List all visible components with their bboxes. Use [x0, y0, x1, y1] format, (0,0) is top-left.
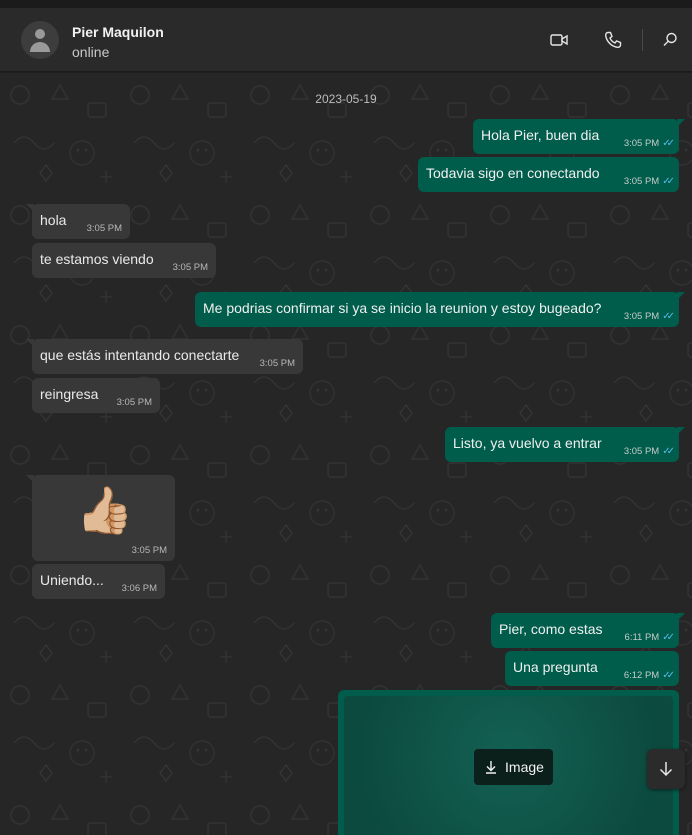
message-text: Pier, como estas: [499, 621, 603, 637]
read-ticks-icon: ✓✓: [662, 311, 675, 322]
arrow-down-icon: [659, 762, 673, 777]
download-icon: [486, 761, 497, 774]
message-time: 3:05 PM: [86, 223, 122, 234]
chat-header: Pier Maquilon online: [0, 8, 692, 72]
image-download-button[interactable]: Image: [474, 749, 553, 785]
message-text: Todavia sigo en conectando: [426, 165, 600, 181]
avatar-head: [35, 29, 45, 39]
bubble-tail: [677, 427, 685, 435]
thumbs-up-emoji: 👍🏼: [76, 484, 134, 536]
search-icon[interactable]: [659, 29, 681, 51]
bubble-tail: [677, 119, 685, 127]
message-time: 3:05 PM: [623, 138, 660, 149]
scroll-to-bottom-button[interactable]: [647, 749, 685, 789]
message-time: 3:05 PM: [623, 311, 660, 322]
message-meta: 3:05 PM ✓✓: [623, 311, 675, 322]
bubble-tail: [677, 613, 685, 621]
image-preview: Image: [344, 696, 673, 835]
message-incoming[interactable]: que estás intentando conectarte 3:05 PM: [26, 339, 303, 374]
read-ticks-icon: ✓✓: [662, 670, 675, 681]
message-incoming[interactable]: te estamos viendo 3:05 PM: [32, 243, 216, 278]
message-time: 3:05 PM: [623, 176, 660, 187]
video-call-icon[interactable]: [548, 29, 570, 51]
read-ticks-icon: ✓✓: [662, 632, 675, 643]
read-ticks-icon: ✓✓: [662, 446, 675, 457]
message-incoming[interactable]: Uniendo... 3:06 PM: [32, 564, 165, 599]
bubble-tail: [26, 475, 34, 483]
message-outgoing[interactable]: Pier, como estas 6:11 PM ✓✓: [491, 613, 685, 648]
message-outgoing-image[interactable]: Image: [338, 690, 679, 835]
contact-status: online: [72, 44, 110, 60]
message-outgoing[interactable]: Una pregunta 6:12 PM ✓✓: [505, 651, 679, 686]
message-outgoing[interactable]: Todavia sigo en conectando 3:05 PM ✓✓: [418, 157, 679, 192]
message-text: que estás intentando conectarte: [40, 347, 240, 363]
message-text: Uniendo...: [40, 572, 104, 588]
message-text: reingresa: [40, 386, 99, 402]
message-meta: 3:05 PM ✓✓: [623, 446, 675, 457]
message-text: Una pregunta: [513, 659, 598, 675]
message-meta: 3:05 PM ✓✓: [623, 138, 675, 149]
bubble-tail: [26, 204, 34, 212]
avatar-shoulders: [30, 42, 50, 52]
bubble-tail: [26, 339, 34, 347]
window-top-strip: [0, 0, 692, 8]
message-time: 3:05 PM: [131, 545, 167, 556]
message-time: 3:06 PM: [121, 583, 157, 594]
message-text: hola: [40, 212, 67, 228]
chat-area: 2023-05-19 Hola Pier, buen dia 3:05 PM ✓✓…: [0, 73, 692, 835]
message-text: Hola Pier, buen dia: [481, 127, 600, 143]
bubble-tail: [677, 292, 685, 300]
message-time: 3:05 PM: [172, 262, 208, 273]
message-text: Me podrias confirmar si ya se inicio la …: [203, 300, 602, 316]
date-separator: 2023-05-19: [315, 92, 377, 106]
message-incoming[interactable]: reingresa 3:05 PM: [32, 378, 160, 413]
message-text: te estamos viendo: [40, 251, 154, 267]
message-meta: 3:05 PM ✓✓: [623, 176, 675, 187]
avatar[interactable]: [21, 21, 59, 59]
message-text: Listo, ya vuelvo a entrar: [453, 435, 602, 451]
message-time: 3:05 PM: [116, 397, 152, 408]
message-meta: 6:11 PM ✓✓: [624, 632, 675, 643]
message-time: 3:05 PM: [623, 446, 660, 457]
message-time: 6:11 PM: [624, 632, 660, 643]
read-ticks-icon: ✓✓: [662, 138, 675, 149]
voice-call-icon[interactable]: [602, 29, 624, 51]
header-divider: [642, 29, 643, 51]
message-incoming[interactable]: hola 3:05 PM: [26, 204, 130, 239]
message-time: 3:05 PM: [259, 358, 295, 369]
read-ticks-icon: ✓✓: [662, 176, 675, 187]
contact-name[interactable]: Pier Maquilon: [72, 24, 164, 40]
message-time: 6:12 PM: [623, 670, 660, 681]
message-outgoing[interactable]: Listo, ya vuelvo a entrar 3:05 PM ✓✓: [445, 427, 685, 462]
message-meta: 6:12 PM ✓✓: [623, 670, 675, 681]
message-outgoing[interactable]: Hola Pier, buen dia 3:05 PM ✓✓: [473, 119, 685, 154]
message-outgoing[interactable]: Me podrias confirmar si ya se inicio la …: [195, 292, 685, 327]
image-button-label: Image: [505, 759, 544, 775]
message-incoming-emoji[interactable]: 👍🏼 3:05 PM: [26, 475, 175, 561]
